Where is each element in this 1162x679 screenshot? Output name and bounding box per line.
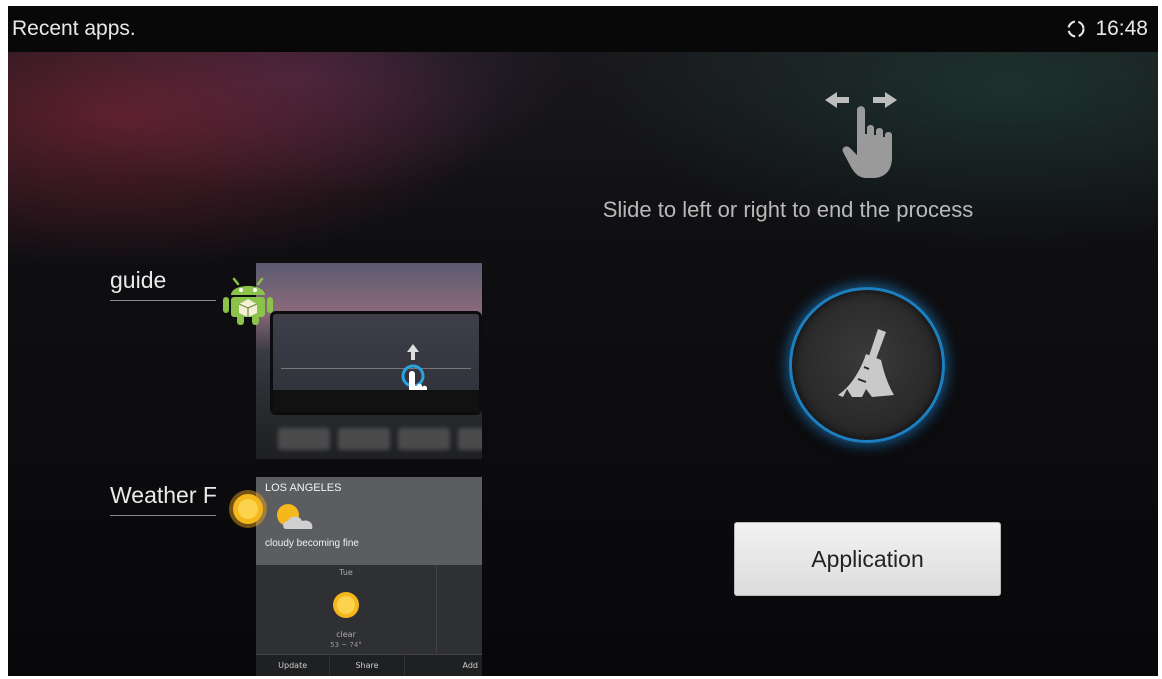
weather-day: Tue <box>339 568 353 577</box>
status-bar-right: 16:48 <box>1065 17 1148 41</box>
sun-icon <box>228 489 268 533</box>
weather-city: LOS ANGELES <box>265 482 342 494</box>
hint-text: Slide to left or right to end the proces… <box>602 197 974 222</box>
tablet-illustration <box>270 311 482 415</box>
android-icon <box>222 269 274 329</box>
status-bar-title: Recent apps. <box>12 17 136 40</box>
weather-share-button[interactable]: Share <box>330 655 405 676</box>
weather-header: LOS ANGELES cloudy becoming fine <box>256 477 482 565</box>
recent-app-thumbnail-weather[interactable]: LOS ANGELES cloudy becoming fine Tue cle… <box>256 477 482 676</box>
recent-app-label-guide[interactable]: guide <box>110 267 216 301</box>
status-bar: Recent apps. 16:48 <box>8 6 1158 52</box>
day-sun-icon <box>333 592 359 618</box>
blurred-row <box>278 428 482 450</box>
recent-app-thumbnail-guide[interactable] <box>256 263 482 459</box>
recent-app-label-weather[interactable]: Weather F <box>110 482 216 516</box>
weather-temperature: 53 ~ 74° <box>330 641 362 649</box>
clock: 16:48 <box>1095 17 1148 40</box>
weather-action-bar: Update Share Add <box>256 654 482 676</box>
recent-apps-screen: Recent apps. 16:48 Slide to left or righ… <box>8 6 1158 676</box>
application-button[interactable]: Application <box>734 522 1001 596</box>
tablet-mini-row <box>281 368 471 390</box>
clear-all-button[interactable] <box>789 287 945 443</box>
partly-cloudy-icon <box>277 504 313 529</box>
weather-update-button[interactable]: Update <box>256 655 331 676</box>
weather-divider <box>436 565 437 653</box>
weather-add-button[interactable]: Add <box>405 655 482 676</box>
weather-condition: cloudy becoming fine <box>265 538 359 549</box>
broom-icon <box>832 327 902 403</box>
tablet-navbar <box>273 390 479 412</box>
weather-day-condition: clear <box>336 630 356 639</box>
swipe-hand-icon <box>823 88 913 184</box>
sync-icon <box>1065 18 1087 40</box>
